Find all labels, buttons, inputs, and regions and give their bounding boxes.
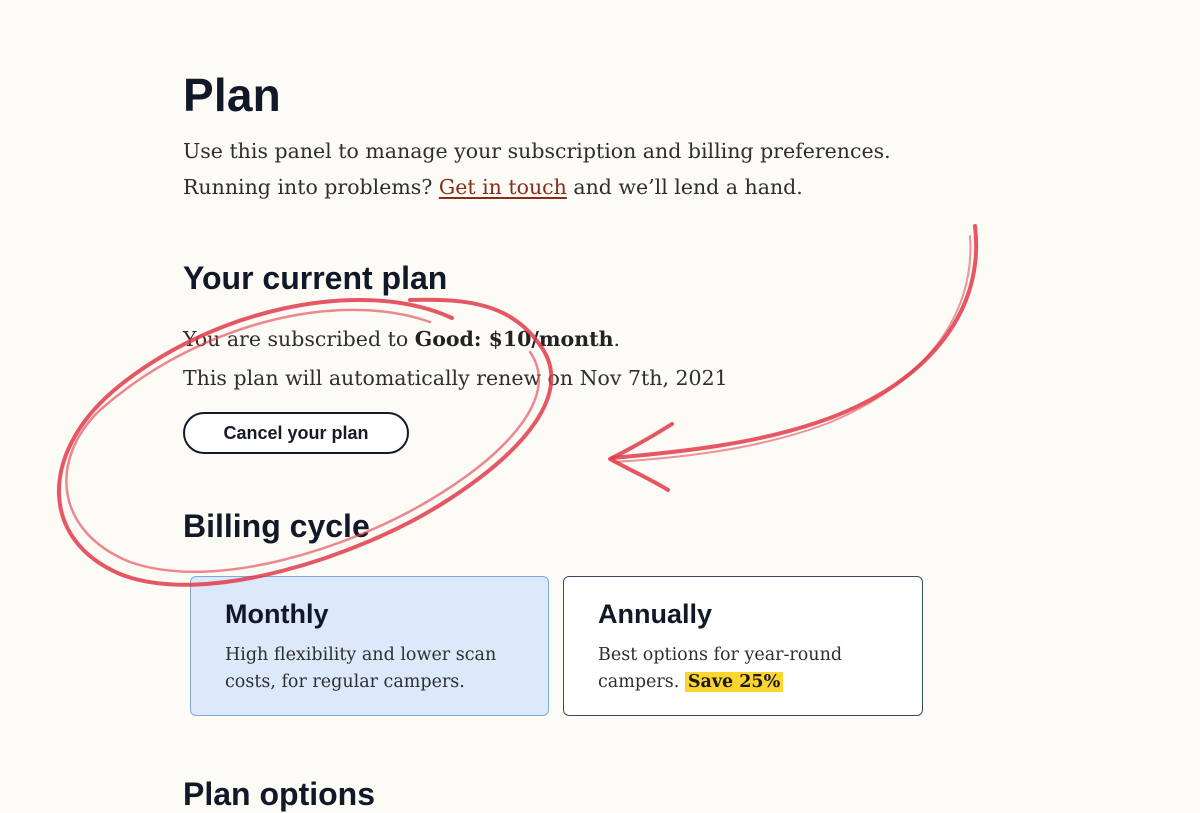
billing-option-description: High flexibility and lower scan costs, f… [225,645,497,692]
subscription-prefix: You are subscribed to [183,327,415,351]
billing-option-monthly[interactable]: Monthly High flexibility and lower scan … [190,576,549,716]
savings-badge: Save 25% [684,672,784,692]
subscription-status: You are subscribed to Good: $10/month. [183,327,620,351]
get-in-touch-link[interactable]: Get in touch [439,175,567,199]
help-text: Running into problems? Get in touch and … [183,175,803,199]
billing-option-title: Monthly [225,599,329,629]
billing-cycle-heading: Billing cycle [183,508,370,544]
intro-text: Use this panel to manage your subscripti… [183,139,891,163]
help-text-suffix: and we’ll lend a hand. [566,175,803,199]
help-text-prefix: Running into problems? [183,175,439,199]
current-plan-name: Good: $10/month [414,327,614,351]
billing-option-title: Annually [598,599,713,629]
page-title: Plan [183,69,281,121]
renewal-date-text: This plan will automatically renew on No… [183,366,728,390]
billing-option-description: Best options for year-round campers. Sav… [598,642,888,696]
cancel-plan-button[interactable]: Cancel your plan [183,412,409,454]
current-plan-heading: Your current plan [183,260,448,296]
plan-options-heading: Plan options [183,776,375,812]
billing-option-annually[interactable]: Annually Best options for year-round cam… [563,576,923,716]
subscription-suffix: . [613,327,621,351]
hand-drawn-arrow [608,224,979,492]
